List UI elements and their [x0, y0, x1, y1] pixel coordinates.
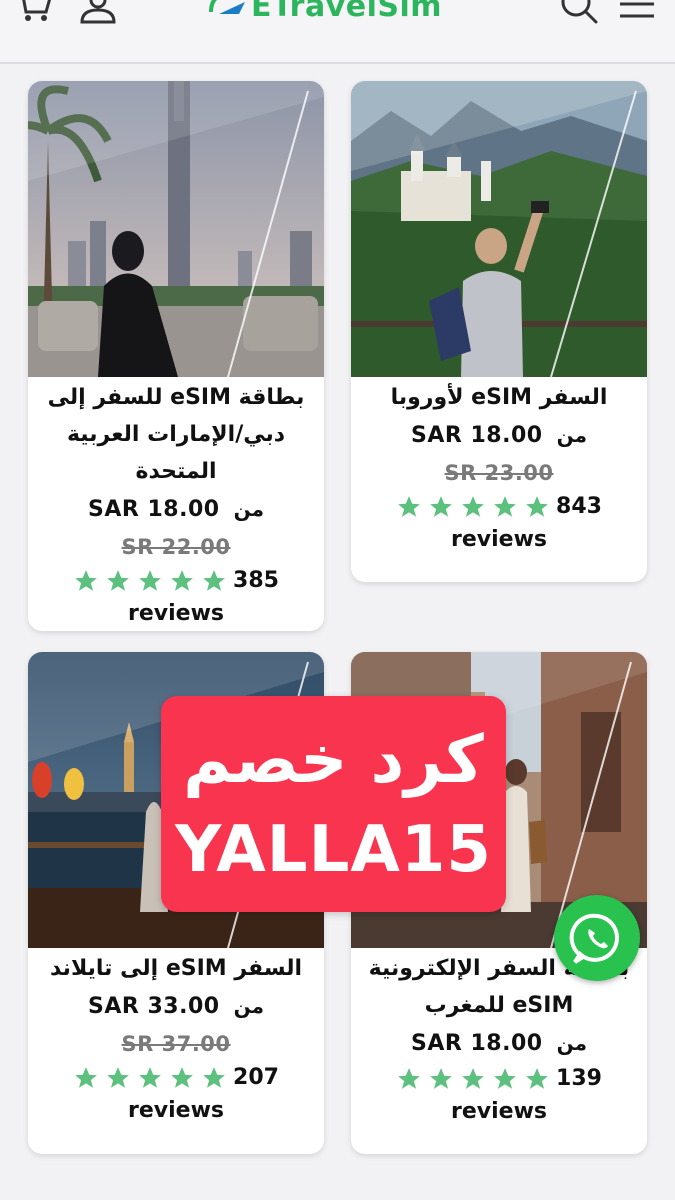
cart-icon[interactable]: [14, 0, 54, 28]
product-image-europe[interactable]: [351, 81, 647, 377]
product-image-dubai[interactable]: [28, 81, 324, 377]
star-icon: [203, 570, 225, 591]
whatsapp-button[interactable]: [554, 895, 640, 981]
star-rating: [396, 494, 550, 520]
reviews-label[interactable]: reviews: [42, 1094, 310, 1128]
star-icon: [75, 1067, 97, 1088]
star-icon: [139, 1067, 161, 1088]
star-rating: [73, 568, 227, 594]
logo-text: ETravelSim: [251, 0, 443, 24]
star-icon: [398, 1068, 420, 1089]
old-price: SR 37.00: [121, 1032, 231, 1056]
price-line: SAR 18.00 من: [365, 416, 633, 455]
product-price: SAR 18.00: [411, 1031, 543, 1056]
whatsapp-icon: [569, 913, 619, 964]
star-rating: [73, 1065, 227, 1091]
star-icon: [430, 496, 452, 517]
star-icon: [494, 1068, 516, 1089]
rating: 139: [365, 1063, 633, 1095]
price-line: SAR 33.00 من: [42, 987, 310, 1026]
star-icon: [430, 1068, 452, 1089]
from-label: من: [233, 994, 264, 1018]
from-label: من: [556, 1031, 587, 1055]
review-count: 207: [233, 1065, 279, 1090]
promo-title: كرد خصم: [183, 721, 484, 798]
reviews-label[interactable]: reviews: [365, 1095, 633, 1129]
product-price: SAR 18.00: [88, 497, 220, 522]
star-icon: [203, 1067, 225, 1088]
reviews-label[interactable]: reviews: [365, 523, 633, 557]
star-icon: [494, 496, 516, 517]
star-icon: [171, 570, 193, 591]
star-icon: [462, 1068, 484, 1089]
star-icon: [107, 570, 129, 591]
star-rating: [396, 1066, 550, 1092]
rating: 385: [42, 565, 310, 597]
reviews-label[interactable]: reviews: [42, 597, 310, 631]
star-icon: [398, 496, 420, 517]
star-icon: [139, 570, 161, 591]
search-icon[interactable]: [558, 0, 598, 28]
promo-code: YALLA15: [175, 813, 492, 887]
rating: 207: [42, 1062, 310, 1094]
price-line: SAR 18.00 من: [42, 490, 310, 529]
product-title[interactable]: السفر eSIM لأوروبا: [365, 379, 633, 416]
rating: 843: [365, 491, 633, 523]
review-count: 139: [556, 1066, 602, 1091]
old-price: SR 22.00: [121, 535, 231, 559]
menu-icon[interactable]: [618, 0, 658, 28]
product-price: SAR 33.00: [88, 994, 220, 1019]
product-card-europe[interactable]: السفر eSIM لأوروبا SAR 18.00 من SR 23.00…: [351, 81, 647, 582]
star-icon: [75, 570, 97, 591]
product-title[interactable]: السفر eSIM إلى تايلاند: [42, 950, 310, 987]
star-icon: [462, 496, 484, 517]
old-price: SR 23.00: [444, 461, 554, 485]
star-icon: [107, 1067, 129, 1088]
product-card-dubai[interactable]: بطاقة eSIM للسفر إلى دبي/الإمارات العربي…: [28, 81, 324, 631]
star-icon: [526, 1068, 548, 1089]
promo-code-banner: كرد خصم YALLA15: [161, 696, 506, 912]
star-icon: [171, 1067, 193, 1088]
review-count: 843: [556, 494, 602, 519]
from-label: من: [233, 497, 264, 521]
site-header: ETravelSim: [0, 0, 675, 64]
price-line: SAR 18.00 من: [365, 1024, 633, 1063]
user-icon[interactable]: [78, 0, 118, 28]
star-icon: [526, 496, 548, 517]
plane-logo-icon: [209, 0, 245, 14]
product-title[interactable]: بطاقة eSIM للسفر إلى دبي/الإمارات العربي…: [42, 379, 310, 490]
from-label: من: [556, 423, 587, 447]
site-logo[interactable]: ETravelSim: [205, 0, 442, 26]
review-count: 385: [233, 568, 279, 593]
product-price: SAR 18.00: [411, 423, 543, 448]
